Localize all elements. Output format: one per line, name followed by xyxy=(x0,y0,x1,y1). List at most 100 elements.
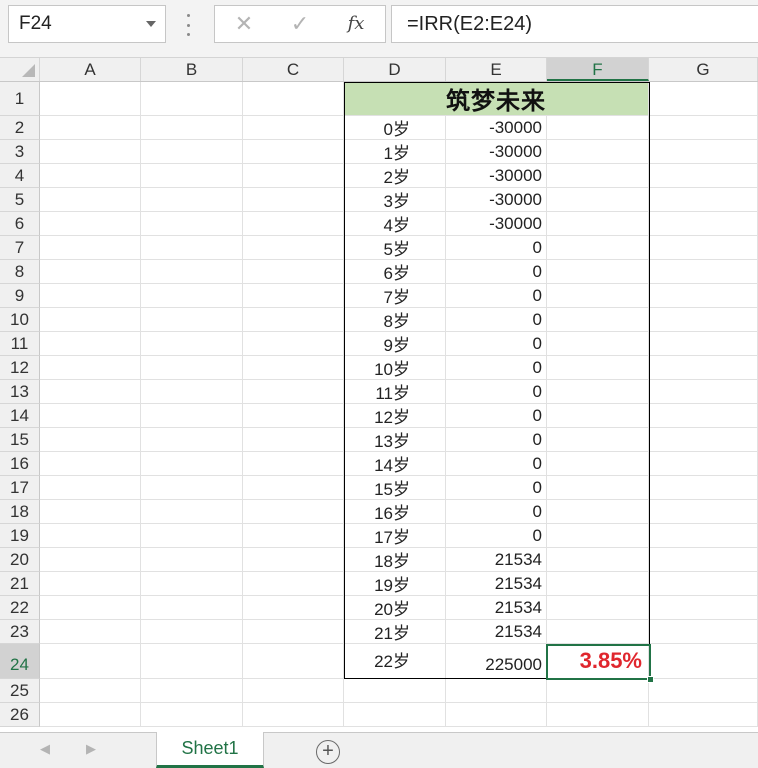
cell-b13[interactable] xyxy=(141,380,243,404)
cash-flow-cell[interactable]: 0 xyxy=(446,452,547,476)
cell-g18[interactable] xyxy=(649,500,758,524)
cash-flow-cell[interactable]: 0 xyxy=(446,260,547,284)
age-cell[interactable]: 21岁 xyxy=(344,620,446,644)
cell-a2[interactable] xyxy=(40,116,141,140)
age-cell[interactable]: 11岁 xyxy=(344,380,446,404)
cell-c16[interactable] xyxy=(243,452,344,476)
cell-f5[interactable] xyxy=(547,188,649,212)
cell-f22[interactable] xyxy=(547,596,649,620)
cell-a3[interactable] xyxy=(40,140,141,164)
row-header[interactable]: 5 xyxy=(0,188,40,212)
cell-c17[interactable] xyxy=(243,476,344,500)
cell-b1[interactable] xyxy=(141,82,243,116)
cell-b19[interactable] xyxy=(141,524,243,548)
cell-g16[interactable] xyxy=(649,452,758,476)
cell-b10[interactable] xyxy=(141,308,243,332)
cell-g22[interactable] xyxy=(649,596,758,620)
cell-a13[interactable] xyxy=(40,380,141,404)
cell-b12[interactable] xyxy=(141,356,243,380)
cell-f14[interactable] xyxy=(547,404,649,428)
cell-g20[interactable] xyxy=(649,548,758,572)
cell-f6[interactable] xyxy=(547,212,649,236)
cell-a24[interactable] xyxy=(40,644,141,679)
cell-b23[interactable] xyxy=(141,620,243,644)
cell-d25[interactable] xyxy=(344,679,446,703)
age-cell[interactable]: 9岁 xyxy=(344,332,446,356)
cell-a19[interactable] xyxy=(40,524,141,548)
age-cell[interactable]: 19岁 xyxy=(344,572,446,596)
row-header[interactable]: 1 xyxy=(0,82,40,116)
age-cell[interactable]: 6岁 xyxy=(344,260,446,284)
cell-f7[interactable] xyxy=(547,236,649,260)
cell-a25[interactable] xyxy=(40,679,141,703)
cell-f17[interactable] xyxy=(547,476,649,500)
select-all-corner[interactable] xyxy=(0,58,40,81)
column-header-a[interactable]: A xyxy=(40,58,141,81)
cell-c8[interactable] xyxy=(243,260,344,284)
cell-g21[interactable] xyxy=(649,572,758,596)
cell-c25[interactable] xyxy=(243,679,344,703)
cell-a20[interactable] xyxy=(40,548,141,572)
row-header[interactable]: 19 xyxy=(0,524,40,548)
cash-flow-cell[interactable]: -30000 xyxy=(446,116,547,140)
cell-b25[interactable] xyxy=(141,679,243,703)
age-cell[interactable]: 2岁 xyxy=(344,164,446,188)
cell-a18[interactable] xyxy=(40,500,141,524)
cell-g4[interactable] xyxy=(649,164,758,188)
cell-g5[interactable] xyxy=(649,188,758,212)
row-header[interactable]: 12 xyxy=(0,356,40,380)
cell-g2[interactable] xyxy=(649,116,758,140)
cell-b22[interactable] xyxy=(141,596,243,620)
age-cell[interactable]: 12岁 xyxy=(344,404,446,428)
cell-c1[interactable] xyxy=(243,82,344,116)
name-box-dropdown-icon[interactable] xyxy=(146,21,156,27)
cell-a1[interactable] xyxy=(40,82,141,116)
cash-flow-cell[interactable]: 0 xyxy=(446,380,547,404)
cell-f12[interactable] xyxy=(547,356,649,380)
row-header[interactable]: 11 xyxy=(0,332,40,356)
cell-g25[interactable] xyxy=(649,679,758,703)
cell-f3[interactable] xyxy=(547,140,649,164)
row-header[interactable]: 14 xyxy=(0,404,40,428)
row-header[interactable]: 13 xyxy=(0,380,40,404)
cell-a12[interactable] xyxy=(40,356,141,380)
cell-b4[interactable] xyxy=(141,164,243,188)
cash-flow-cell[interactable]: 0 xyxy=(446,236,547,260)
cell-c6[interactable] xyxy=(243,212,344,236)
cell-a6[interactable] xyxy=(40,212,141,236)
cell-a17[interactable] xyxy=(40,476,141,500)
cell-f2[interactable] xyxy=(547,116,649,140)
row-header[interactable]: 4 xyxy=(0,164,40,188)
cash-flow-cell[interactable]: 0 xyxy=(446,500,547,524)
cell-f26[interactable] xyxy=(547,703,649,727)
cell-g1[interactable] xyxy=(649,82,758,116)
cell-b21[interactable] xyxy=(141,572,243,596)
cell-f20[interactable] xyxy=(547,548,649,572)
column-header-b[interactable]: B xyxy=(141,58,243,81)
column-header-f[interactable]: F xyxy=(547,58,649,81)
cell-a9[interactable] xyxy=(40,284,141,308)
cell-c13[interactable] xyxy=(243,380,344,404)
cell-c9[interactable] xyxy=(243,284,344,308)
cell-f4[interactable] xyxy=(547,164,649,188)
cell-f15[interactable] xyxy=(547,428,649,452)
row-header[interactable]: 17 xyxy=(0,476,40,500)
age-cell[interactable]: 17岁 xyxy=(344,524,446,548)
cell-d26[interactable] xyxy=(344,703,446,727)
age-cell[interactable]: 0岁 xyxy=(344,116,446,140)
cash-flow-cell[interactable]: 21534 xyxy=(446,596,547,620)
age-cell[interactable]: 13岁 xyxy=(344,428,446,452)
cell-b8[interactable] xyxy=(141,260,243,284)
cell-g6[interactable] xyxy=(649,212,758,236)
cash-flow-cell[interactable]: 21534 xyxy=(446,620,547,644)
add-sheet-icon[interactable]: + xyxy=(316,740,340,764)
cell-b26[interactable] xyxy=(141,703,243,727)
cell-c20[interactable] xyxy=(243,548,344,572)
age-cell[interactable]: 1岁 xyxy=(344,140,446,164)
cell-a22[interactable] xyxy=(40,596,141,620)
cell-a5[interactable] xyxy=(40,188,141,212)
age-cell[interactable]: 18岁 xyxy=(344,548,446,572)
cell-g23[interactable] xyxy=(649,620,758,644)
age-cell[interactable]: 14岁 xyxy=(344,452,446,476)
age-cell[interactable]: 8岁 xyxy=(344,308,446,332)
